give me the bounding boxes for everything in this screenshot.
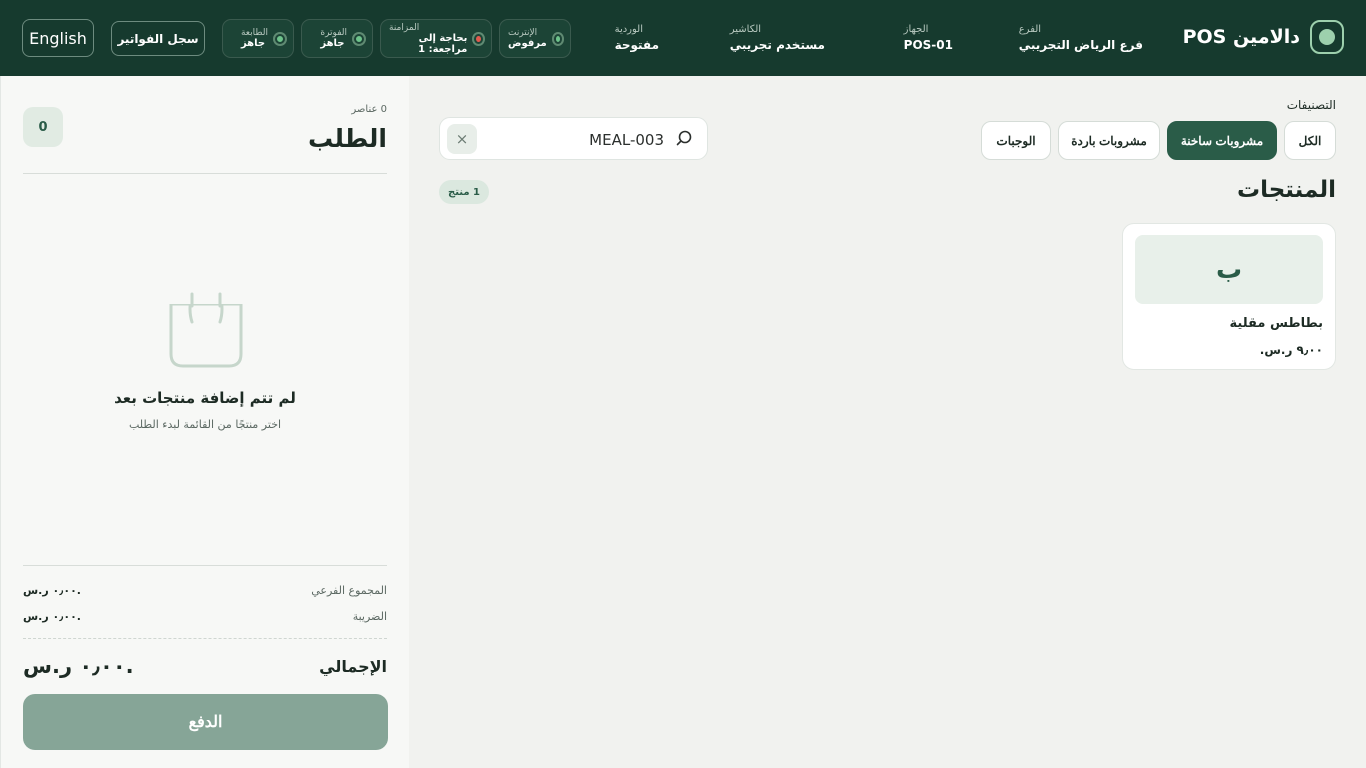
order-quantity-badge: 0	[23, 107, 63, 147]
subtotal-label: المجموع الفرعي	[311, 584, 387, 597]
subtotal-row: المجموع الفرعي ٠٫٠٠ ر.س.	[23, 584, 387, 597]
branch-info: الفرع فرع الرياض التجريبي	[1019, 24, 1143, 52]
product-name: بطاطس مقلية	[1229, 316, 1323, 331]
status-invoicing[interactable]: الفوترة جاهز	[301, 19, 373, 58]
internet-status-icon	[553, 33, 562, 44]
total-row: الإجمالي ٠٫٠٠ ر.س.	[23, 654, 387, 678]
order-panel: 0 عناصر الطلب 0 لم تتم إضافة منتجات بعد …	[0, 76, 409, 768]
search-input[interactable]: MEAL-003	[589, 131, 664, 149]
brand: دالامين POS	[1183, 20, 1344, 54]
divider	[23, 173, 387, 174]
invoicing-value: جاهز	[320, 38, 345, 49]
status-sync[interactable]: المزامنة بحاجة إلى مراجعة: 1	[380, 19, 492, 58]
shopping-bag-icon	[168, 292, 244, 368]
language-toggle-button[interactable]: English	[22, 19, 94, 57]
tax-label: الضريبة	[352, 610, 387, 623]
product-search[interactable]: MEAL-003 ×	[439, 117, 708, 160]
category-all[interactable]: الكل	[1284, 121, 1336, 160]
sync-label: المزامنة	[389, 22, 420, 33]
printer-status-icon	[275, 33, 285, 44]
cashier-info: الكاشير مستخدم تجريبي	[730, 24, 825, 52]
category-hot-drinks[interactable]: مشروبات ساخنة	[1167, 121, 1277, 160]
product-card[interactable]: ب بطاطس مقلية ٩٫٠٠ ر.س.	[1122, 223, 1336, 370]
total-value: ٠٫٠٠ ر.س.	[23, 654, 134, 678]
sync-status-icon	[474, 33, 483, 44]
device-info: الجهاز POS-01	[904, 24, 953, 52]
divider	[23, 638, 387, 639]
search-icon	[676, 130, 692, 146]
products-count-badge: 1 منتج	[439, 180, 490, 204]
empty-order-subtitle: اختر منتجًا من القائمة لبدء الطلب	[128, 418, 282, 431]
order-title: الطلب	[308, 124, 387, 153]
sync-value: بحاجة إلى مراجعة: 1	[418, 32, 468, 55]
catalog-area: التصنيفات الكل مشروبات ساخنة مشروبات بار…	[409, 76, 1366, 768]
pay-button[interactable]: الدفع	[23, 694, 388, 750]
shift-info: الوردية مفتوحة	[615, 24, 659, 52]
divider	[23, 565, 387, 566]
internet-value: مرفوض	[508, 38, 547, 49]
status-printer[interactable]: الطابعة جاهز	[222, 19, 294, 58]
product-price: ٩٫٠٠ ر.س.	[1259, 343, 1323, 357]
cashier-label: الكاشير	[729, 24, 762, 35]
brand-logo-icon	[1310, 20, 1344, 54]
invoicing-status-icon	[354, 33, 364, 44]
device-value: POS-01	[903, 38, 953, 52]
branch-label: الفرع	[1018, 24, 1042, 35]
product-thumbnail: ب	[1135, 235, 1323, 304]
category-meals[interactable]: الوجبات	[981, 121, 1051, 160]
invoicing-label: الفوترة	[320, 28, 347, 38]
printer-label: الطابعة	[240, 28, 268, 38]
brand-name: دالامين POS	[1182, 26, 1300, 48]
products-title: المنتجات	[1236, 177, 1336, 203]
category-cold-drinks[interactable]: مشروبات باردة	[1058, 121, 1160, 160]
invoices-history-button[interactable]: سجل الفواتير	[111, 21, 205, 56]
status-internet[interactable]: الإنترنت مرفوض	[499, 19, 571, 58]
total-label: الإجمالي	[319, 656, 387, 676]
subtotal-value: ٠٫٠٠ ر.س.	[23, 584, 81, 597]
order-items-count: 0 عناصر	[351, 104, 387, 115]
shift-value: مفتوحة	[614, 38, 659, 52]
tax-row: الضريبة ٠٫٠٠ ر.س.	[23, 610, 387, 623]
top-bar: دالامين POS الفرع فرع الرياض التجريبي ال…	[0, 0, 1366, 76]
device-label: الجهاز	[903, 24, 929, 35]
clear-search-button[interactable]: ×	[447, 124, 477, 154]
shift-label: الوردية	[614, 24, 643, 35]
cashier-value: مستخدم تجريبي	[729, 38, 825, 52]
internet-label: الإنترنت	[508, 28, 538, 38]
tax-value: ٠٫٠٠ ر.س.	[23, 610, 81, 623]
categories-title: التصنيفات	[1286, 98, 1336, 112]
empty-order-title: لم تتم إضافة منتجات بعد	[114, 389, 296, 407]
printer-value: جاهز	[240, 38, 266, 49]
branch-value: فرع الرياض التجريبي	[1018, 38, 1143, 52]
